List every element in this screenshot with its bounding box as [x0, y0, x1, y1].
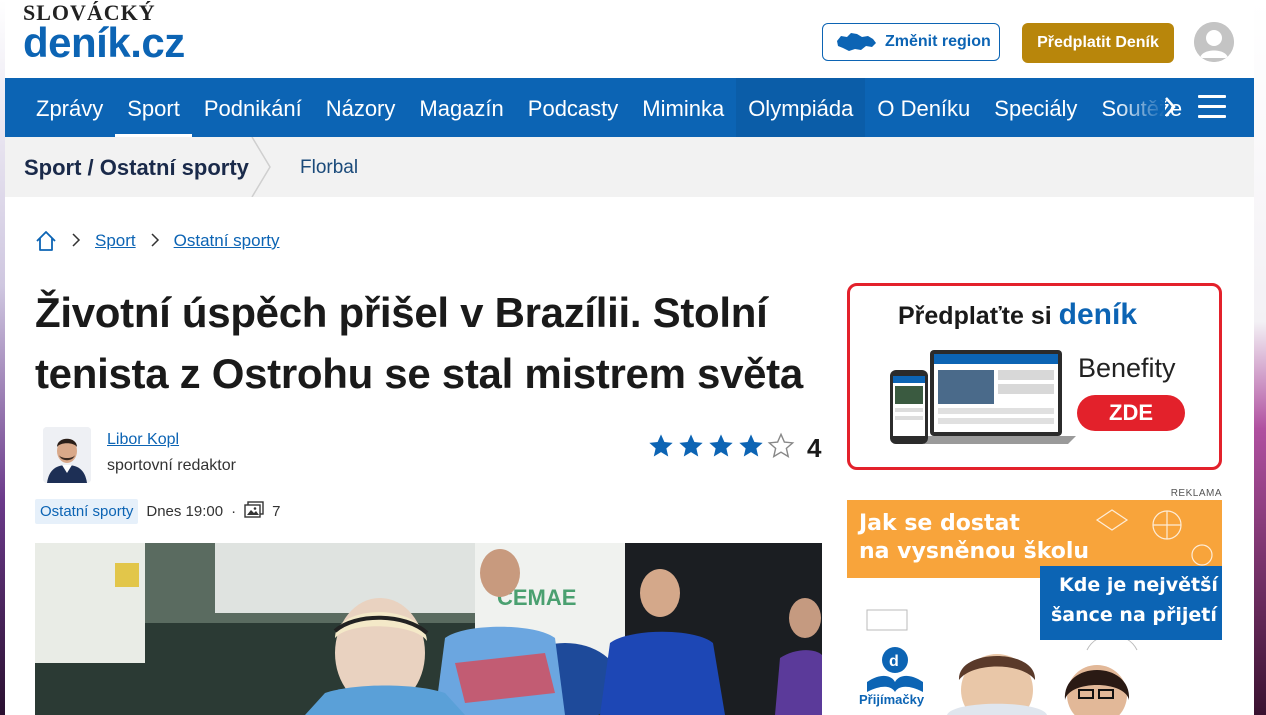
- breadcrumb-ostatni-sporty[interactable]: Ostatní sporty: [174, 231, 280, 251]
- user-avatar-icon[interactable]: [1194, 22, 1234, 62]
- ad-cta-button[interactable]: ZDE: [1077, 395, 1185, 431]
- nav-item-sport[interactable]: Sport: [115, 78, 192, 137]
- meta-separator: ·: [231, 503, 237, 520]
- main-navigation: Zprávy Sport Podnikání Názory Magazín Po…: [5, 78, 1254, 137]
- ad2-line4: šance na přijetí: [1051, 604, 1217, 626]
- nav-scroll-right-icon[interactable]: [1163, 92, 1181, 122]
- nav-item-specialy[interactable]: Speciály: [982, 78, 1089, 137]
- ad2-brand-label: Přijímačky: [859, 692, 925, 707]
- star-empty-icon[interactable]: [767, 432, 795, 465]
- devices-illustration: [890, 350, 1076, 444]
- czech-map-icon: [837, 33, 876, 51]
- article-meta: Ostatní sporty Dnes 19:00 · 7: [35, 499, 280, 524]
- breadcrumb: Sport Ostatní sporty: [35, 228, 279, 254]
- article-rating[interactable]: 4: [647, 432, 821, 465]
- section-bar: Sport / Ostatní sporty Florbal: [5, 137, 1254, 197]
- rating-value: 4: [807, 433, 822, 463]
- nav-fade: [1115, 78, 1165, 137]
- ad2-subheadline: Kde je největší šance na přijetí: [1051, 570, 1218, 630]
- site-logo[interactable]: SLOVÁCKÝ deník.cz: [23, 2, 185, 64]
- subscription-ad[interactable]: Předplaťte si deník Benefity ZDE: [847, 283, 1222, 470]
- star-filled-icon[interactable]: [647, 432, 675, 465]
- nav-item-nazory[interactable]: Názory: [314, 78, 408, 137]
- hero-image[interactable]: CEMAE: [35, 543, 822, 715]
- published-time: Dnes 19:00: [146, 503, 224, 520]
- ad-brand: deník: [1058, 298, 1138, 331]
- section-title[interactable]: Sport / Ostatní sporty: [24, 137, 249, 199]
- hamburger-menu-icon[interactable]: [1198, 95, 1226, 119]
- author-role: sportovní redaktor: [107, 457, 236, 474]
- star-filled-icon[interactable]: [677, 432, 705, 465]
- breadcrumb-sport[interactable]: Sport: [95, 231, 136, 251]
- nav-item-podcasty[interactable]: Podcasty: [516, 78, 631, 137]
- ad-benefits: Benefity: [1078, 353, 1176, 383]
- article-headline: Životní úspěch přišel v Brazílii. Stolní…: [35, 289, 803, 397]
- author-name[interactable]: Libor Kopl: [107, 431, 179, 449]
- change-region-button[interactable]: Změnit region: [822, 23, 1000, 61]
- ad-subscribe-text: Předplaťte si: [898, 302, 1052, 330]
- hero-photo: CEMAE: [35, 543, 822, 715]
- ad2-line1: Jak se dostat: [859, 511, 1020, 536]
- ad2-line2: na vysněnou školu: [859, 539, 1090, 564]
- header: SLOVÁCKÝ deník.cz Změnit region Předplat…: [5, 0, 1254, 78]
- ad-subscribe-title: Předplaťte si deník: [898, 298, 1137, 332]
- author-photo[interactable]: [43, 427, 91, 483]
- nav-item-olympiada[interactable]: Olympiáda: [736, 78, 866, 137]
- category-tag[interactable]: Ostatní sporty: [35, 499, 139, 524]
- subsection-link-florbal[interactable]: Florbal: [300, 137, 358, 199]
- ad2-line3: Kde je největší: [1059, 574, 1218, 596]
- star-filled-icon[interactable]: [707, 432, 735, 465]
- gallery-icon[interactable]: [244, 500, 264, 523]
- svg-text:d: d: [889, 653, 899, 670]
- change-region-label: Změnit region: [885, 33, 991, 50]
- home-icon[interactable]: [35, 230, 57, 252]
- nav-item-miminka[interactable]: Miminka: [630, 78, 736, 137]
- subscribe-button[interactable]: Předplatit Deník: [1022, 23, 1174, 63]
- nav-item-podnikani[interactable]: Podnikání: [192, 78, 314, 137]
- background-right: [1254, 0, 1266, 715]
- section-divider-chevron-icon: [251, 137, 271, 197]
- photo-count: 7: [272, 503, 281, 520]
- page: SLOVÁCKÝ deník.cz Změnit region Předplat…: [5, 0, 1254, 715]
- nav-item-magazin[interactable]: Magazín: [407, 78, 515, 137]
- ad2-headline: Jak se dostat na vysněnou školu: [859, 510, 1089, 566]
- nav-items: Zprávy Sport Podnikání Názory Magazín Po…: [24, 78, 1194, 137]
- nav-item-o-deniku[interactable]: O Deníku: [865, 78, 982, 137]
- star-filled-icon[interactable]: [737, 432, 765, 465]
- chevron-right-icon: [150, 231, 160, 252]
- logo-brand: deník.cz: [23, 19, 185, 66]
- nav-item-zpravy[interactable]: Zprávy: [24, 78, 115, 137]
- chevron-right-icon: [71, 231, 81, 252]
- ad-label: REKLAMA: [1170, 488, 1222, 499]
- school-admission-ad[interactable]: d Jak se dostat na vysněnou školu Kde je…: [847, 500, 1222, 715]
